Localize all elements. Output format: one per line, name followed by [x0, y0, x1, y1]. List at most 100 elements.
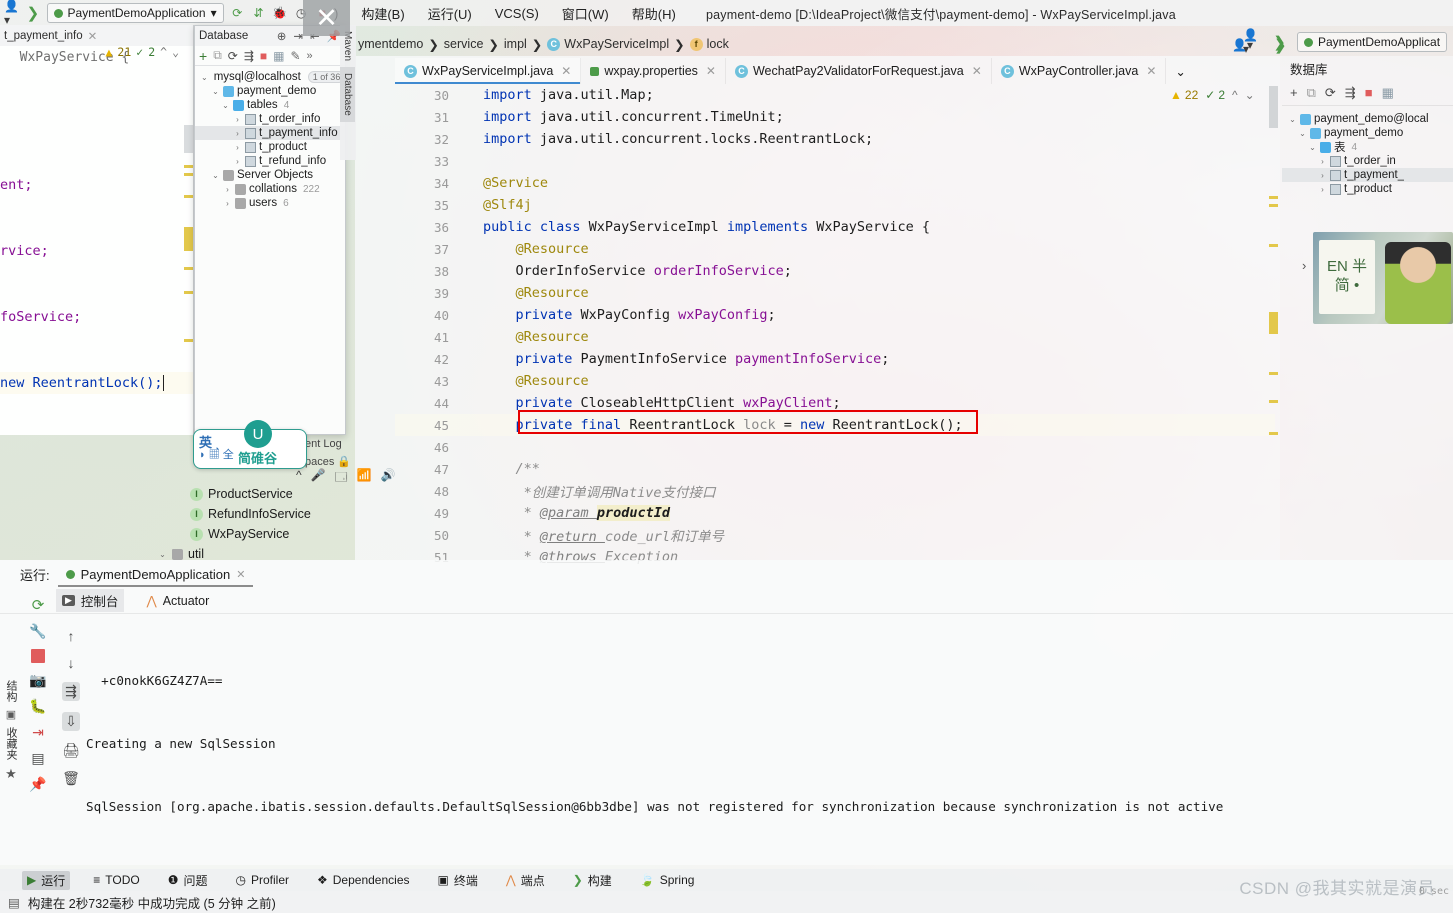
- system-tray[interactable]: ^ 🎤 🗔 📶 🔊: [296, 468, 396, 489]
- vertical-tool-tabs[interactable]: Maven Database: [340, 25, 356, 160]
- bottom-tab-terminal[interactable]: ▣ 终端: [433, 871, 483, 890]
- code-line[interactable]: 31 import java.util.concurrent.TimeUnit;: [395, 106, 1275, 128]
- tree-node-t-refund-info[interactable]: › t_refund_info: [195, 154, 345, 168]
- bottom-tab-endpoints[interactable]: ⋀ 端点: [501, 871, 550, 890]
- microphone-icon[interactable]: 🎤: [311, 468, 326, 489]
- warning-marker[interactable]: [1269, 196, 1278, 199]
- screenshot-icon[interactable]: 📷: [29, 672, 46, 689]
- chevron-right-icon[interactable]: ›: [233, 129, 242, 138]
- subtab-console[interactable]: ▶ 控制台: [56, 589, 125, 612]
- network-icon[interactable]: 📶: [357, 468, 372, 489]
- scrollbar-thumb[interactable]: [184, 125, 193, 153]
- chevron-down-icon[interactable]: ⌄: [221, 101, 230, 110]
- close-icon[interactable]: ✕: [561, 64, 571, 78]
- warning-marker[interactable]: [184, 173, 193, 176]
- project-item-refundinfoservice[interactable]: I RefundInfoService: [140, 504, 400, 524]
- overlay-code[interactable]: WxPayService { ▲ 21 ✓ 2 ^ ⌄ ent; rvice; …: [0, 45, 193, 394]
- menu-item-build[interactable]: 构建(B): [357, 2, 408, 25]
- bottom-tab-profiler[interactable]: ◷ Profiler: [231, 872, 295, 888]
- code-line[interactable]: 34 @Service: [395, 172, 1275, 194]
- tool-tab-favorites[interactable]: 收藏夹: [3, 727, 19, 760]
- add-icon[interactable]: +: [199, 48, 207, 64]
- tree-node-t-order-info[interactable]: › t_order_info: [195, 112, 345, 126]
- run-configuration-selector[interactable]: PaymentDemoApplication ▾: [46, 3, 224, 23]
- code-line[interactable]: 38 OrderInfoService orderInfoService;: [395, 260, 1275, 282]
- code-line[interactable]: 33: [395, 150, 1275, 172]
- db-float-tree[interactable]: ⌄ mysql@localhost 1 of 36 ⌄ payment_demo…: [195, 66, 346, 214]
- warning-marker[interactable]: [1269, 204, 1278, 207]
- sogou-logo-icon[interactable]: U: [244, 420, 272, 448]
- warning-marker[interactable]: [184, 195, 193, 198]
- tree-node-server-objects[interactable]: ⌄ Server Objects: [195, 168, 345, 182]
- editor-tab-bar[interactable]: C WxPayServiceImpl.java ✕ wxpay.properti…: [395, 58, 1295, 84]
- code-line[interactable]: 30 import java.util.Map;: [395, 84, 1275, 106]
- tab-wxpayserviceimpl[interactable]: C WxPayServiceImpl.java ✕: [395, 58, 582, 84]
- tree-node-users[interactable]: › users 6: [195, 196, 345, 210]
- next-problem-icon[interactable]: ⌄: [1245, 88, 1255, 102]
- debug-icon[interactable]: 🐛: [29, 698, 46, 715]
- close-icon[interactable]: ✕: [972, 64, 982, 78]
- bottom-tab-todo[interactable]: ≡ TODO: [88, 872, 144, 888]
- overlay-marker-strip[interactable]: [183, 47, 193, 435]
- chevron-right-icon[interactable]: ›: [233, 157, 242, 166]
- sogou-ime-toolbar[interactable]: 英 ˎ ◗ ▦ 全 U 简碓谷: [193, 420, 307, 469]
- warning-marker[interactable]: [184, 291, 193, 294]
- code-line[interactable]: 42 private PaymentInfoService paymentInf…: [395, 348, 1275, 370]
- build-arrow-icon[interactable]: ❯: [1274, 36, 1287, 54]
- tree-node-tables[interactable]: ⌄ 表 4: [1282, 140, 1453, 154]
- menu-item-window[interactable]: 窗口(W): [558, 2, 613, 25]
- chevron-right-icon[interactable]: ›: [233, 115, 242, 124]
- expand-all-icon[interactable]: ⇥: [293, 29, 303, 43]
- tree-node-connection[interactable]: ⌄ payment_demo@local: [1282, 112, 1453, 126]
- code-line[interactable]: 49 * @param productId: [395, 502, 1275, 524]
- breadcrumb[interactable]: ymentdemo ❯ service ❯ impl ❯ C WxPayServ…: [355, 33, 732, 55]
- code-line[interactable]: 47 /**: [395, 458, 1275, 480]
- tree-node-t-order-info[interactable]: › t_order_in: [1282, 154, 1453, 168]
- settings-wrench-icon[interactable]: 🔧: [29, 623, 46, 640]
- breadcrumb-item-impl[interactable]: impl: [501, 37, 530, 51]
- chevron-right-icon[interactable]: ›: [1318, 171, 1327, 180]
- debug-icon[interactable]: 🐞: [272, 4, 287, 23]
- copy-icon[interactable]: ⧉: [1307, 85, 1316, 101]
- pin-icon[interactable]: 📌: [29, 776, 46, 793]
- db-float-toolbar[interactable]: + ⧉ ⟳ ⇶ ■ ▦ ✎ »: [195, 46, 345, 66]
- db-right-tree[interactable]: ⌄ payment_demo@local ⌄ payment_demo ⌄ 表 …: [1282, 106, 1453, 200]
- run-side-toolbar[interactable]: ⟳ 🔧 📷 🐛 ⇥ ▤ 📌: [22, 596, 54, 846]
- soft-wrap-icon[interactable]: ⇶: [62, 682, 80, 701]
- run-toolbar[interactable]: 👤▾ ❯ PaymentDemoApplication ▾ ⟳ ⇵ 🐞 ◷ ■: [0, 0, 330, 27]
- chevron-right-icon[interactable]: ›: [1318, 157, 1327, 166]
- ime-options-label[interactable]: ◗ ▦ 全: [199, 449, 240, 462]
- code-line[interactable]: 46: [395, 436, 1275, 458]
- overlapping-editor-window[interactable]: t_payment_info ✕ WxPayService { ▲ 21 ✓ 2…: [0, 25, 194, 435]
- profile-icon-small[interactable]: 👤▾: [1232, 38, 1253, 52]
- console-side-toolbar[interactable]: ↑ ↓ ⇶ ⇩ 🖨 🗑: [56, 628, 86, 848]
- warning-marker[interactable]: [184, 267, 193, 270]
- tree-node-t-product[interactable]: › t_product: [1282, 182, 1453, 196]
- tree-node-tables[interactable]: ⌄ tables 4: [195, 98, 345, 112]
- breadcrumb-item-package[interactable]: ymentdemo: [355, 37, 426, 51]
- scroll-to-end-icon[interactable]: ⇩: [62, 712, 80, 731]
- tray-expand-icon[interactable]: ^: [296, 468, 302, 489]
- tool-tab-structure[interactable]: 结构: [3, 680, 19, 702]
- tree-node-payment-demo[interactable]: ⌄ payment_demo: [195, 84, 345, 98]
- chevron-down-icon[interactable]: ▾: [211, 6, 217, 20]
- expand-chevron-icon[interactable]: ›: [1302, 258, 1306, 273]
- bottom-tab-run[interactable]: ▶ 运行: [22, 870, 71, 890]
- code-line[interactable]: 35 @Slf4j: [395, 194, 1275, 216]
- breadcrumb-item-service[interactable]: service: [441, 37, 487, 51]
- export-icon[interactable]: ⇥: [32, 724, 44, 741]
- code-line[interactable]: 50 * @return code_url和订单号: [395, 524, 1275, 546]
- tree-node-schema[interactable]: ⌄ payment_demo: [1282, 126, 1453, 140]
- console-output[interactable]: +c0nokK6GZ4Z7A== Creating a new SqlSessi…: [86, 628, 1453, 860]
- code-line[interactable]: 40 private WxPayConfig wxPayConfig;: [395, 304, 1275, 326]
- chevron-down-icon[interactable]: ⌄: [158, 550, 167, 559]
- prev-problem-icon[interactable]: ^: [160, 45, 167, 59]
- bottom-tab-spring[interactable]: 🍃 Spring: [635, 872, 700, 888]
- tool-tab-database[interactable]: Database: [340, 67, 355, 122]
- breadcrumb-item-field[interactable]: f lock: [687, 37, 732, 51]
- chevron-down-icon[interactable]: ⌄: [1288, 115, 1297, 124]
- add-icon[interactable]: +: [1290, 85, 1298, 100]
- volume-icon[interactable]: 🔊: [381, 468, 396, 489]
- prev-problem-icon[interactable]: ^: [1232, 88, 1238, 102]
- warning-marker[interactable]: [184, 339, 193, 342]
